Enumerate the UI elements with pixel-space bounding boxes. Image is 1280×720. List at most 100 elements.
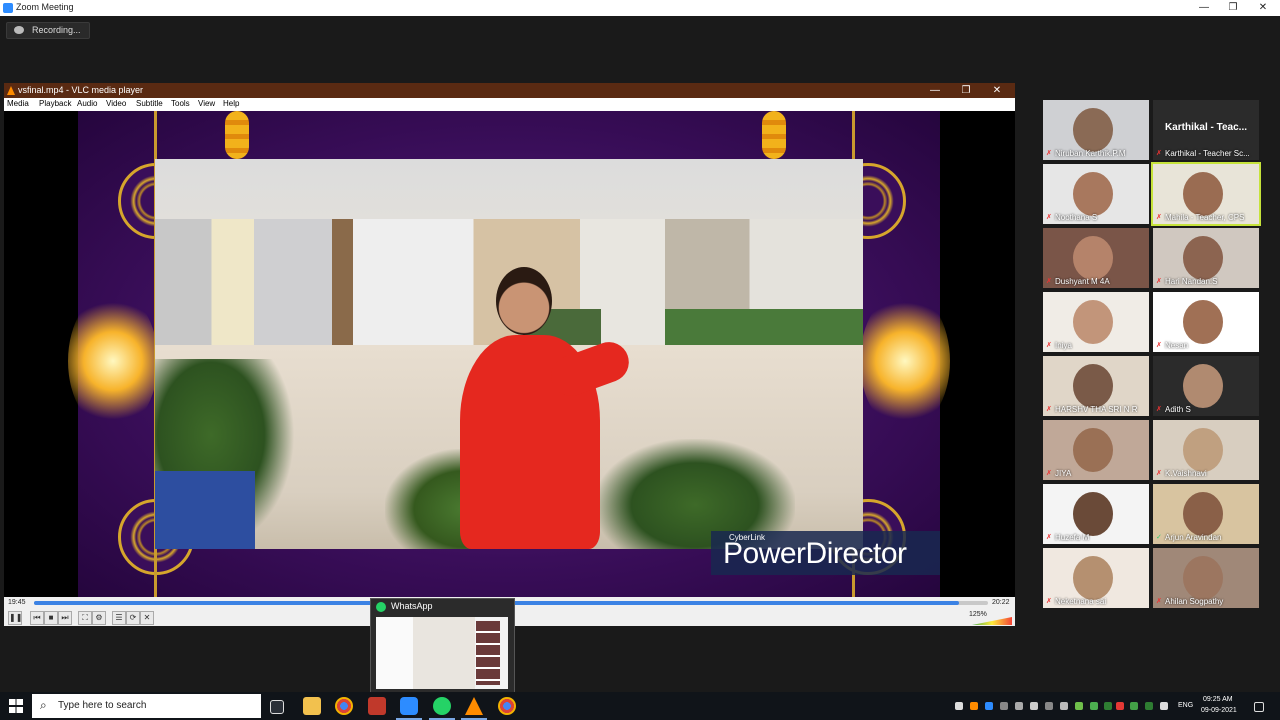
participant-video: [1073, 428, 1113, 472]
whatsapp-taskbar-preview[interactable]: WhatsApp: [370, 598, 515, 694]
participant-tile[interactable]: ✗ Nesan: [1153, 292, 1259, 352]
shuffle-icon[interactable]: ✕: [140, 611, 154, 625]
participant-tile[interactable]: ✗ Hari Nandan.S: [1153, 228, 1259, 288]
tray-icon[interactable]: [1060, 702, 1068, 710]
participant-name: Hari Nandan.S: [1165, 277, 1218, 286]
menu-subtitle[interactable]: Subtitle: [136, 99, 163, 108]
participant-video: [1073, 236, 1113, 280]
participant-name: Karthikal - Teacher Sc...: [1165, 149, 1250, 158]
participant-video: [1183, 172, 1223, 216]
participant-tile[interactable]: ✗ K.Vaishnavi: [1153, 420, 1259, 480]
participant-video: [1073, 364, 1113, 408]
chrome-icon[interactable]: [498, 697, 516, 715]
participant-tile[interactable]: ✗ HARSHV THA SRI N R: [1043, 356, 1149, 416]
tray-icon[interactable]: [1116, 702, 1124, 710]
participant-tile[interactable]: ✗ JIYA: [1043, 420, 1149, 480]
zoom-app-icon[interactable]: [400, 697, 418, 715]
participant-video: [1073, 172, 1113, 216]
tray-icon[interactable]: [1090, 702, 1098, 710]
participant-tile[interactable]: ✗ Huzefa M: [1043, 484, 1149, 544]
participant-name: Mahila - Teacher, CPS: [1165, 213, 1245, 222]
zoom-titlebar: Zoom Meeting — ❐ ✕: [0, 0, 1280, 16]
tray-icon[interactable]: [1045, 702, 1053, 710]
menu-video[interactable]: Video: [106, 99, 126, 108]
previous-icon[interactable]: ⏮: [30, 611, 44, 625]
menu-tools[interactable]: Tools: [171, 99, 190, 108]
muted-mic-icon: ✗: [1156, 214, 1162, 221]
chrome-icon[interactable]: [335, 697, 353, 715]
vlc-app-icon[interactable]: [465, 697, 483, 715]
whatsapp-app-icon[interactable]: [433, 697, 451, 715]
menu-audio[interactable]: Audio: [77, 99, 97, 108]
participant-tile[interactable]: ✓ Arjun Aravindan: [1153, 484, 1259, 544]
fullscreen-icon[interactable]: ⛶: [78, 611, 92, 625]
mic-tray-icon[interactable]: [955, 702, 963, 710]
pause-icon[interactable]: ❚❚: [8, 611, 22, 625]
loop-icon[interactable]: ⟳: [126, 611, 140, 625]
participant-video: [1073, 108, 1113, 152]
participant-video: [1183, 236, 1223, 280]
vlc-cone-icon: [7, 86, 15, 95]
vlc-titlebar[interactable]: vsfinal.mp4 - VLC media player — ❐ ✕: [4, 83, 1015, 98]
total-time: 20:22: [992, 599, 1010, 606]
muted-mic-icon: ✗: [1156, 598, 1162, 605]
tray-icon[interactable]: [1030, 702, 1038, 710]
extended-settings-icon[interactable]: ⚙: [92, 611, 106, 625]
unmuted-icon: ✓: [1156, 534, 1162, 541]
next-icon[interactable]: ⏭: [58, 611, 72, 625]
muted-mic-icon: ✗: [1046, 470, 1052, 477]
playlist-icon[interactable]: ☰: [112, 611, 126, 625]
elapsed-time: 19:45: [8, 599, 26, 606]
dancer-head: [496, 267, 552, 335]
tray-icon[interactable]: [1145, 702, 1153, 710]
network-icon[interactable]: [1160, 702, 1168, 710]
vlc-tray-icon[interactable]: [970, 702, 978, 710]
vlc-video-surface[interactable]: CyberLink PowerDirector: [4, 111, 1015, 597]
participant-name: JIYA: [1055, 469, 1072, 478]
muted-mic-icon: ✗: [1046, 214, 1052, 221]
participant-tile[interactable]: ✗ Neketnana sai: [1043, 548, 1149, 608]
vlc-minimize-icon[interactable]: —: [928, 84, 942, 97]
notifications-icon[interactable]: [1254, 702, 1264, 712]
clock-time[interactable]: 09:25 AM: [1203, 696, 1233, 703]
tray-icon[interactable]: [1015, 702, 1023, 710]
participant-tile[interactable]: ✗ Mahila - Teacher, CPS: [1151, 162, 1261, 226]
maximize-icon[interactable]: ❐: [1226, 1, 1240, 15]
clock-date[interactable]: 09-09-2021: [1201, 707, 1237, 714]
menu-playback[interactable]: Playback: [39, 99, 71, 108]
zoom-tray-icon[interactable]: [985, 702, 993, 710]
taskbar-search-input[interactable]: ⌕ Type here to search: [32, 694, 261, 718]
tray-icon[interactable]: [1000, 702, 1008, 710]
volume-slider[interactable]: [972, 617, 1012, 625]
windows-start-icon[interactable]: [9, 699, 23, 713]
whatsapp-window-thumbnail[interactable]: [376, 617, 508, 689]
powerdirector-watermark: CyberLink PowerDirector: [711, 531, 940, 575]
participant-tile[interactable]: ✗ Ahilan Sogpathy: [1153, 548, 1259, 608]
participant-tile[interactable]: ✗ Adith S: [1153, 356, 1259, 416]
menu-media[interactable]: Media: [7, 99, 29, 108]
participant-tile[interactable]: ✗ Dushyant M 4A: [1043, 228, 1149, 288]
vlc-menubar: Media Playback Audio Video Subtitle Tool…: [4, 98, 1015, 111]
tray-icon[interactable]: [1104, 702, 1112, 710]
tray-icon[interactable]: [1130, 702, 1138, 710]
app-icon[interactable]: [368, 697, 386, 715]
participant-tile[interactable]: Karthikal - Teac... ✗ Karthikal - Teacher …: [1153, 100, 1259, 160]
participant-video: [1183, 492, 1223, 536]
task-view-icon[interactable]: [270, 700, 284, 714]
language-indicator[interactable]: ENG: [1178, 702, 1193, 709]
participant-tile[interactable]: ✗ Iniya: [1043, 292, 1149, 352]
minimize-icon[interactable]: —: [1197, 1, 1211, 15]
tray-icon[interactable]: [1075, 702, 1083, 710]
close-icon[interactable]: ✕: [1256, 1, 1270, 15]
participant-tile[interactable]: ✗ Noothana S: [1043, 164, 1149, 224]
menu-view[interactable]: View: [198, 99, 215, 108]
recording-indicator[interactable]: Recording...: [6, 22, 90, 39]
participant-tile[interactable]: ✗ Niruban Karthik.P.M: [1043, 100, 1149, 160]
stop-icon[interactable]: ■: [44, 611, 58, 625]
vlc-restore-icon[interactable]: ❐: [959, 84, 973, 97]
participant-name: Niruban Karthik.P.M: [1055, 149, 1126, 158]
vlc-close-icon[interactable]: ✕: [990, 84, 1004, 97]
muted-mic-icon: ✗: [1046, 278, 1052, 285]
menu-help[interactable]: Help: [223, 99, 239, 108]
file-explorer-icon[interactable]: [303, 697, 321, 715]
